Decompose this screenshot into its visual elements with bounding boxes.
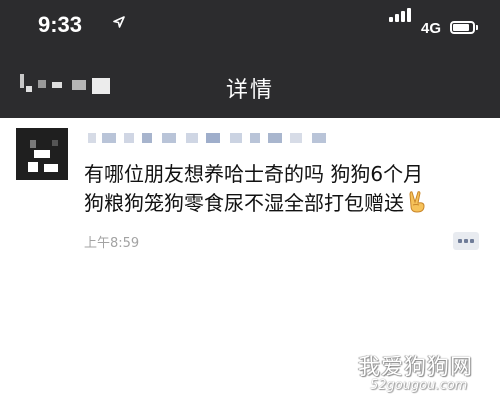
watermark-title: 我爱狗狗网 — [358, 355, 474, 380]
avatar[interactable] — [16, 128, 68, 180]
post-timestamp: 上午8:59 — [84, 236, 140, 251]
status-time: 9:33 — [38, 12, 83, 37]
battery-icon — [450, 21, 478, 34]
nav-bar: 详情 — [0, 58, 500, 118]
network-type: 4G — [421, 20, 442, 37]
location-arrow-icon — [113, 16, 125, 28]
page-title: 详情 — [225, 78, 274, 103]
victory-hand-icon — [409, 191, 425, 213]
post-content: 有哪位朋友想养哈士奇的吗 狗狗6个月 狗粮狗笼狗零食尿不湿全部打包赠送 — [84, 160, 484, 218]
post-text-line-2: 狗粮狗笼狗零食尿不湿全部打包赠送 — [84, 191, 404, 215]
post-text-line-1: 有哪位朋友想养哈士奇的吗 狗狗6个月 — [84, 162, 424, 186]
status-bar: 9:33 4G — [0, 0, 500, 58]
comment-button[interactable] — [453, 232, 479, 250]
watermark-url: 52gougou.com — [370, 378, 468, 393]
poster-name[interactable] — [84, 128, 334, 148]
